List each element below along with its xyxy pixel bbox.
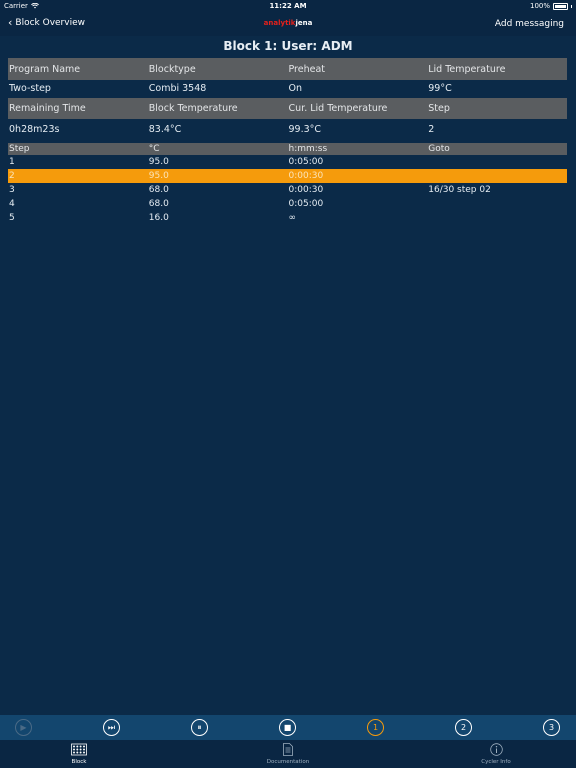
navigation-bar: ‹ Block Overview analytikjena Add messag… <box>0 13 576 36</box>
program-header-row: Program Name Blocktype Preheat Lid Tempe… <box>8 58 567 80</box>
tab-documentation-label: Documentation <box>266 759 310 765</box>
header-step-number: Step <box>9 144 30 154</box>
run-header-row: Remaining Time Block Temperature Cur. Li… <box>8 98 567 119</box>
block-2-button[interactable]: 2 <box>455 719 472 736</box>
info-icon <box>489 743 503 756</box>
step-row[interactable]: 5 16.0 ∞ <box>8 211 567 225</box>
tab-bar: Block Documentation Cycler Info <box>0 740 576 768</box>
header-temperature: °C <box>148 144 160 154</box>
steps-table: Step °C h:mm:ss Goto 1 95.0 0:05:00 2 95… <box>8 143 567 225</box>
header-block-temperature: Block Temperature <box>148 103 238 114</box>
battery-indicator: 100% <box>530 2 572 10</box>
status-bar: Carrier 11:22 AM 100% <box>0 0 576 13</box>
value-lid-temperature: 99°C <box>428 83 452 94</box>
tab-block[interactable]: Block <box>39 743 119 765</box>
header-step: Step <box>428 103 450 114</box>
steps-header-row: Step °C h:mm:ss Goto <box>8 143 567 155</box>
step-goto: 16/30 step 02 <box>428 185 491 195</box>
run-status-table: Remaining Time Block Temperature Cur. Li… <box>8 98 567 139</box>
stop-button[interactable]: ■ <box>279 719 296 736</box>
skip-next-button[interactable]: ⏭ <box>103 719 120 736</box>
battery-tip <box>571 4 572 8</box>
logo-part-analytik: analytik <box>263 19 296 27</box>
block-3-button[interactable]: 3 <box>543 719 560 736</box>
step-duration: ∞ <box>288 213 297 223</box>
value-program-name: Two-step <box>9 83 51 94</box>
logo-part-jena: jena <box>295 19 313 27</box>
step-number: 3 <box>9 185 15 195</box>
step-temperature: 68.0 <box>148 185 169 195</box>
step-row-selected[interactable]: 2 95.0 0:00:30 <box>8 169 567 183</box>
step-number: 1 <box>9 157 15 167</box>
header-duration: h:mm:ss <box>288 144 328 154</box>
document-icon <box>283 743 293 756</box>
status-time: 11:22 AM <box>269 2 307 10</box>
program-value-row: Two-step Combi 3548 On 99°C <box>8 80 567 97</box>
run-value-row: 0h28m23s 83.4°C 99.3°C 2 <box>8 119 567 139</box>
play-icon: ▶ <box>20 722 27 732</box>
block-1-button[interactable]: 1 <box>367 719 384 736</box>
step-temperature: 95.0 <box>148 171 169 181</box>
block-3-icon: 3 <box>548 722 555 732</box>
stop-icon: ■ <box>283 722 292 732</box>
tab-cycler-info-label: Cycler Info <box>481 759 511 765</box>
value-remaining-time: 0h28m23s <box>9 123 60 135</box>
battery-percent: 100% <box>529 2 550 10</box>
add-messaging-button[interactable]: Add messaging <box>495 19 564 29</box>
step-number: 2 <box>9 171 15 181</box>
play-button[interactable]: ▶ <box>15 719 32 736</box>
step-number: 4 <box>9 199 15 209</box>
value-blocktype: Combi 3548 <box>148 83 207 94</box>
step-row[interactable]: 4 68.0 0:05:00 <box>8 197 567 211</box>
step-row[interactable]: 1 95.0 0:05:00 <box>8 155 567 169</box>
step-temperature: 68.0 <box>148 199 169 209</box>
step-number: 5 <box>9 213 15 223</box>
battery-icon <box>553 2 568 10</box>
header-preheat: Preheat <box>288 63 326 75</box>
value-preheat: On <box>288 83 303 94</box>
step-duration: 0:05:00 <box>288 199 324 209</box>
step-duration: 0:00:30 <box>288 185 324 195</box>
program-info-table: Program Name Blocktype Preheat Lid Tempe… <box>8 58 567 97</box>
step-row[interactable]: 3 68.0 0:00:30 16/30 step 02 <box>8 183 567 197</box>
block-2-icon: 2 <box>460 722 467 732</box>
tab-cycler-info[interactable]: Cycler Info <box>456 743 536 765</box>
tab-documentation[interactable]: Documentation <box>248 743 328 765</box>
header-blocktype: Blocktype <box>148 63 196 75</box>
tab-block-label: Block <box>71 759 87 765</box>
grid-icon <box>71 743 87 756</box>
step-duration: 0:00:30 <box>288 171 324 181</box>
step-temperature: 95.0 <box>148 157 169 167</box>
step-temperature: 16.0 <box>148 213 169 223</box>
header-goto: Goto <box>428 144 450 154</box>
player-controls-bar: ▶ ⏭ ⏸ ■ 1 2 3 <box>0 715 576 740</box>
step-duration: 0:05:00 <box>288 157 324 167</box>
block-1-icon: 1 <box>372 722 379 732</box>
header-program-name: Program Name <box>9 63 81 75</box>
header-cur-lid-temperature: Cur. Lid Temperature <box>288 103 388 114</box>
value-step: 2 <box>428 123 435 135</box>
value-block-temperature: 83.4°C <box>148 123 182 135</box>
brand-logo: analytikjena <box>0 19 576 27</box>
pause-button[interactable]: ⏸ <box>191 719 208 736</box>
header-lid-temperature: Lid Temperature <box>428 63 506 75</box>
value-cur-lid-temperature: 99.3°C <box>288 123 322 135</box>
skip-next-icon: ⏭ <box>107 722 116 732</box>
page-title: Block 1: User: ADM <box>223 39 353 53</box>
pause-icon: ⏸ <box>197 722 202 732</box>
header-remaining-time: Remaining Time <box>9 103 86 114</box>
